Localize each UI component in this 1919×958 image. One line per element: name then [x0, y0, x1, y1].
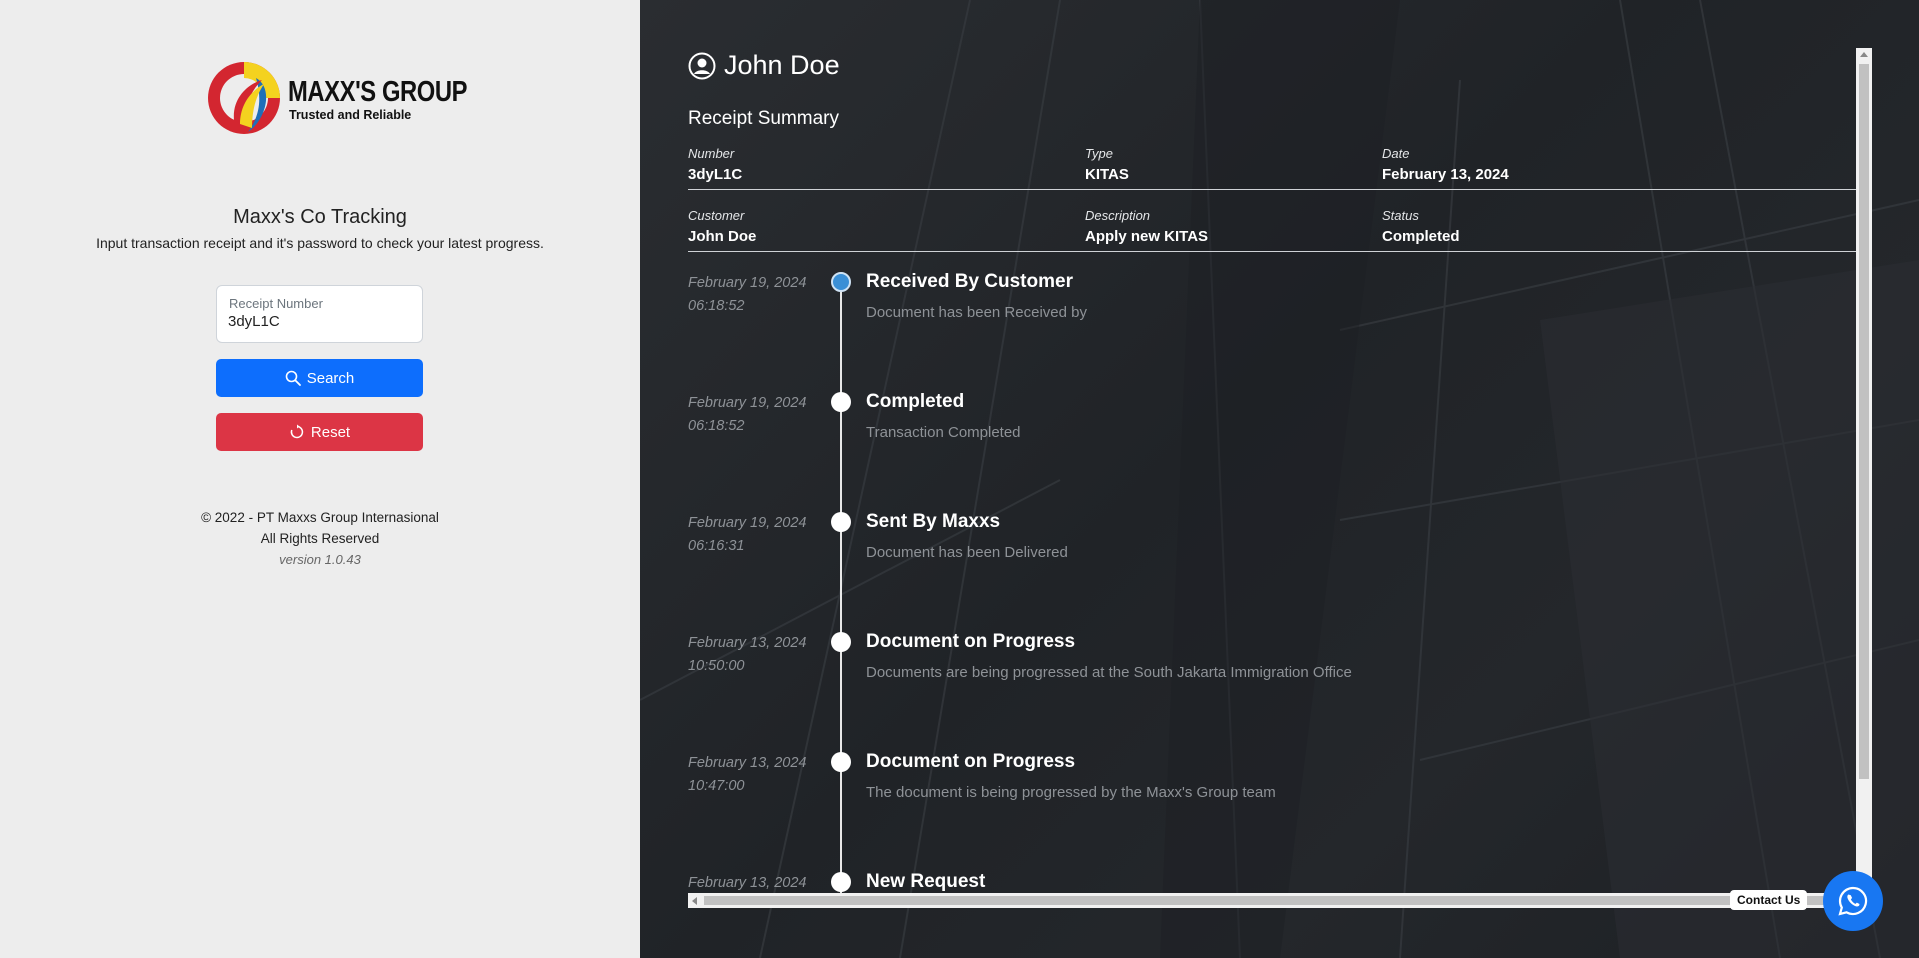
- summary-status-value: Completed: [1382, 228, 1460, 245]
- summary-type-value: KITAS: [1085, 166, 1129, 183]
- timeline-description: Transaction Completed: [866, 424, 1021, 441]
- page-subtitle: Input transaction receipt and it's passw…: [96, 235, 544, 251]
- horizontal-scroll-thumb[interactable]: [704, 896, 1844, 905]
- receipt-number-label: Receipt Number: [229, 296, 323, 311]
- search-icon: [285, 370, 301, 386]
- timeline-description: The document is being progressed by the …: [866, 784, 1276, 801]
- timeline-description: Documents are being progressed at the So…: [866, 664, 1352, 681]
- timeline-dot: [831, 872, 851, 892]
- timeline-title: Document on Progress: [866, 631, 1076, 652]
- summary-date-value: February 13, 2024: [1382, 166, 1509, 183]
- receipt-summary-title: Receipt Summary: [688, 108, 839, 129]
- reset-icon: [290, 424, 304, 439]
- whatsapp-icon: [1838, 886, 1868, 916]
- timeline-description: Document has been Received by: [866, 304, 1087, 321]
- contact-us-label[interactable]: Contact Us: [1730, 890, 1808, 910]
- user-circle-icon: [688, 52, 716, 79]
- summary-row: Customer John Doe Description Apply new …: [688, 208, 1856, 252]
- whatsapp-button[interactable]: [1823, 871, 1883, 931]
- summary-type-label: Type: [1085, 146, 1113, 161]
- customer-name: John Doe: [724, 50, 840, 80]
- footer-rights: All Rights Reserved: [260, 531, 380, 546]
- timeline-title: Received By Customer: [866, 271, 1073, 292]
- timeline-description: Document has been Delivered: [866, 544, 1068, 561]
- summary-description: Description Apply new KITAS: [1085, 208, 1208, 245]
- timeline-line: [840, 280, 842, 908]
- receipt-scroll-area[interactable]: John Doe Receipt Summary Number 3dyL1C T…: [688, 48, 1876, 908]
- timeline-title: Document on Progress: [866, 751, 1076, 772]
- timeline-dot: [831, 512, 851, 532]
- brand-name: MAXX'S GROUP: [288, 76, 468, 108]
- timeline-title: New Request: [866, 871, 986, 892]
- timeline-dot: [831, 752, 851, 772]
- customer-header: John Doe: [688, 50, 840, 81]
- summary-date: Date February 13, 2024: [1382, 146, 1509, 183]
- summary-number-value: 3dyL1C: [688, 166, 743, 183]
- summary-description-label: Description: [1085, 208, 1151, 223]
- summary-status: Status Completed: [1382, 208, 1460, 245]
- footer-copyright: © 2022 - PT Maxxs Group Internasional: [201, 510, 439, 525]
- timeline-dot: [831, 632, 851, 652]
- summary-customer-label: Customer: [688, 208, 745, 223]
- receipt-number-input[interactable]: [228, 313, 413, 330]
- timeline-date: February 13, 2024 10:50:00: [688, 635, 807, 674]
- summary-description-value: Apply new KITAS: [1085, 228, 1209, 245]
- summary-row: Number 3dyL1C Type KITAS Date February 1…: [688, 146, 1856, 190]
- timeline-dot: [831, 272, 851, 292]
- summary-status-label: Status: [1382, 208, 1419, 223]
- summary-customer: Customer John Doe: [688, 208, 756, 245]
- summary-number: Number 3dyL1C: [688, 146, 742, 183]
- timeline-date: February 19, 2024 06:18:52: [688, 275, 807, 314]
- summary-date-label: Date: [1382, 146, 1410, 161]
- search-button[interactable]: Search: [216, 359, 423, 397]
- search-button-label: Search: [306, 369, 355, 387]
- timeline-date: February 19, 2024 06:16:31: [688, 515, 807, 554]
- vertical-scrollbar[interactable]: [1856, 48, 1872, 908]
- scroll-left-arrow-icon[interactable]: [692, 897, 697, 905]
- timeline-date: February 13, 2024: [688, 875, 807, 891]
- timeline-dot: [831, 392, 851, 412]
- summary-number-label: Number: [688, 146, 735, 161]
- sidebar-panel: MAXX'S GROUP Trusted and Reliable Maxx's…: [0, 0, 640, 958]
- page-title: Maxx's Co Tracking: [233, 206, 407, 228]
- scroll-up-arrow-icon[interactable]: [1860, 52, 1868, 57]
- receipt-panel: John Doe Receipt Summary Number 3dyL1C T…: [640, 0, 1919, 958]
- summary-type: Type KITAS: [1085, 146, 1129, 183]
- horizontal-scrollbar[interactable]: [688, 893, 1856, 908]
- summary-customer-value: John Doe: [688, 228, 757, 245]
- timeline-title: Sent By Maxxs: [866, 511, 1001, 532]
- timeline-title: Completed: [866, 391, 965, 412]
- timeline-date: February 19, 2024 06:18:52: [688, 395, 807, 434]
- reset-button[interactable]: Reset: [216, 413, 423, 451]
- receipt-number-field[interactable]: Receipt Number: [216, 285, 423, 343]
- brand-logo: MAXX'S GROUP Trusted and Reliable: [204, 58, 468, 138]
- footer-version: version 1.0.43: [279, 552, 361, 567]
- logo-mark-icon: [208, 62, 280, 134]
- reset-button-label: Reset: [310, 423, 351, 441]
- brand-tagline: Trusted and Reliable: [289, 108, 412, 122]
- timeline-date: February 13, 2024 10:47:00: [688, 755, 807, 794]
- vertical-scroll-thumb[interactable]: [1859, 64, 1869, 779]
